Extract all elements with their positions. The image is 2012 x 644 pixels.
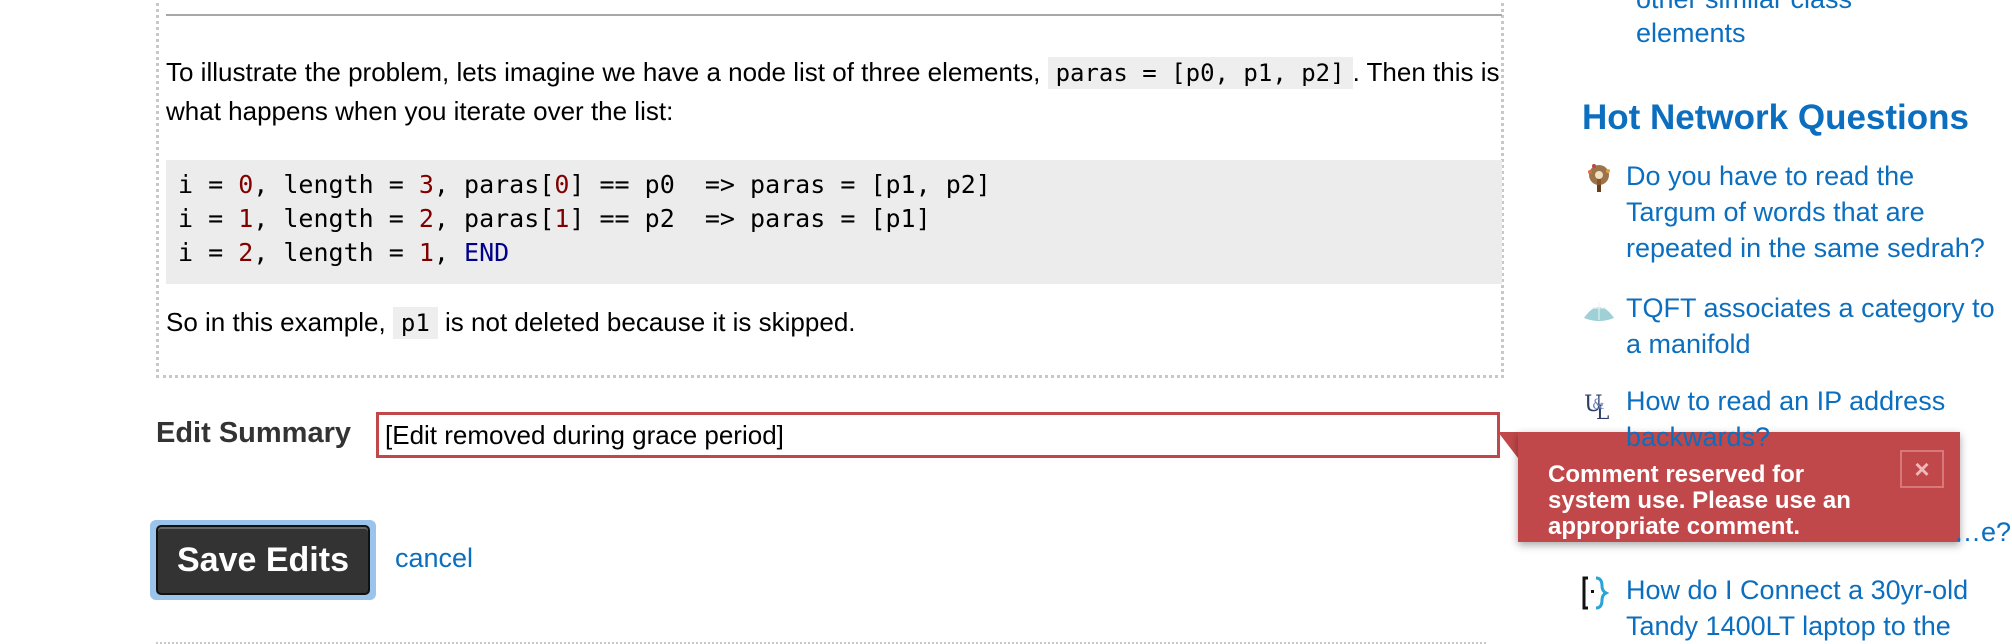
paragraph-intro: To illustrate the problem, lets imagine … (166, 53, 1502, 130)
code-text: , paras[ (433, 170, 555, 199)
code-line: i = 1, length = 2, paras[1] == p2 => par… (178, 202, 1490, 236)
close-icon[interactable]: × (1900, 450, 1944, 488)
horizontal-rule (166, 14, 1502, 16)
paragraph-text: So in this example, (166, 307, 393, 337)
code-number: 0 (238, 170, 254, 199)
retrocomputing-icon (1582, 576, 1610, 610)
paragraph-text: To illustrate the problem, lets imagine … (166, 57, 1048, 87)
svg-text:&: & (1592, 397, 1604, 413)
english-language-icon: U L & (1584, 392, 1609, 421)
paragraph-conclusion: So in this example, p1 is not deleted be… (166, 303, 1502, 342)
related-question-text: elements (1636, 18, 1746, 48)
code-block: i = 0, length = 3, paras[0] == p0 => par… (166, 160, 1502, 284)
code-text: , (433, 238, 465, 267)
inline-code: paras = [p0, p1, p2] (1047, 57, 1353, 89)
paragraph-text: is not deleted because it is skipped. (437, 307, 856, 337)
mathoverflow-icon (1584, 302, 1614, 321)
cancel-link[interactable]: cancel (395, 543, 473, 574)
code-text: ] == p2 => paras = [p1] (569, 204, 931, 233)
code-text: i = (178, 238, 239, 267)
hot-question-link[interactable]: How do I Connect a 30yr-old Tandy 1400LT… (1626, 572, 2006, 644)
hot-question-link[interactable]: Do you have to read the Targum of words … (1626, 158, 2006, 266)
code-text: i = (178, 170, 239, 199)
related-question-tail[interactable]: other similar class elements (1636, 0, 1852, 50)
code-number: 1 (554, 204, 570, 233)
edit-summary-input[interactable] (376, 412, 1500, 458)
mi-yodeya-tree-icon (1588, 164, 1610, 192)
related-question-text: other similar class (1636, 0, 1852, 16)
code-number: 1 (238, 204, 254, 233)
hot-network-questions-title: Hot Network Questions (1582, 98, 1969, 137)
hot-question-link[interactable]: …e? (1954, 514, 2012, 550)
code-text: , length = (253, 204, 419, 233)
popup-arrow (1498, 432, 1518, 458)
code-number: 2 (238, 238, 254, 267)
error-message: Comment reserved for system use. Please … (1548, 461, 1851, 540)
hot-question-link[interactable]: TQFT associates a category to a manifold (1626, 290, 2006, 362)
code-text: ] == p0 => paras = [p1, p2] (569, 170, 991, 199)
code-line: i = 2, length = 1, END (178, 236, 1490, 270)
inline-code: p1 (392, 307, 438, 339)
code-keyword: END (464, 238, 510, 267)
code-text: , length = (253, 170, 419, 199)
save-edits-button[interactable]: Save Edits (156, 525, 370, 595)
code-text: , length = (253, 238, 419, 267)
code-number: 1 (418, 238, 434, 267)
code-number: 0 (554, 170, 570, 199)
hot-question-link[interactable]: How to read an IP address backwards? (1626, 383, 2006, 455)
code-number: 2 (418, 204, 434, 233)
code-line: i = 0, length = 3, paras[0] == p0 => par… (178, 168, 1490, 202)
code-number: 3 (418, 170, 434, 199)
edit-summary-label: Edit Summary (156, 417, 351, 449)
code-text: i = (178, 204, 239, 233)
code-text: , paras[ (433, 204, 555, 233)
